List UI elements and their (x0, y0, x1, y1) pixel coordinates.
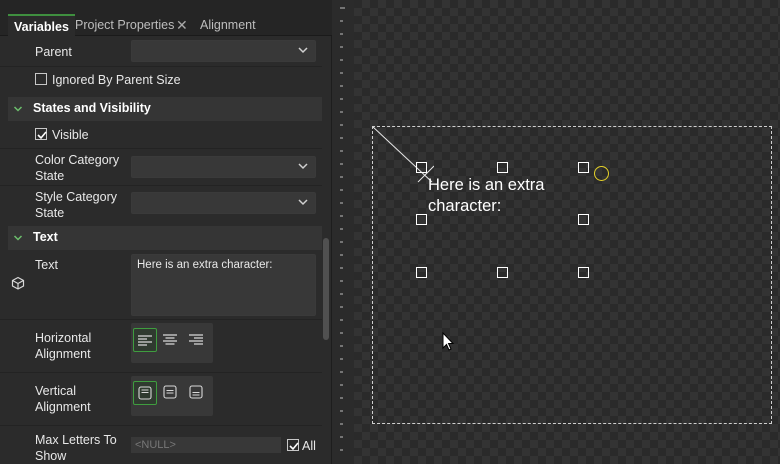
vertical-alignment-label: Vertical Alignment (35, 384, 91, 414)
checkmark-icon (289, 442, 299, 451)
divider (0, 372, 322, 373)
vertical-ruler (332, 0, 354, 464)
chevron-down-icon (298, 47, 308, 54)
resize-handle-bottom[interactable] (497, 267, 508, 278)
divider (0, 185, 322, 186)
horizontal-alignment-group (131, 323, 213, 363)
align-bottom-icon (189, 385, 203, 399)
visible-checkbox[interactable] (35, 128, 47, 140)
color-category-state-dropdown[interactable] (131, 156, 316, 178)
visible-label: Visible (52, 128, 89, 142)
align-center-button[interactable] (159, 328, 183, 352)
properties-scrollbar[interactable] (323, 238, 329, 340)
cube-icon[interactable] (11, 276, 25, 290)
resize-handle-bottom-right[interactable] (578, 267, 589, 278)
divider (0, 148, 322, 149)
tab-project-properties[interactable]: Project Properties (75, 14, 174, 36)
text-value-textarea[interactable]: Here is an extra character: (131, 254, 316, 316)
ignored-by-parent-size-checkbox[interactable] (35, 73, 47, 85)
chevron-down-icon (298, 163, 308, 170)
max-letters-label: Max Letters To Show (35, 433, 117, 463)
align-left-icon (138, 335, 152, 346)
all-label: All (302, 439, 316, 453)
properties-panel: Variables Project Properties ✕ Alignment… (0, 0, 332, 464)
style-category-state-label: Style Category State (35, 190, 117, 220)
text-label: Text (35, 258, 58, 272)
align-middle-button[interactable] (159, 381, 183, 405)
selection-bounds[interactable] (372, 126, 772, 424)
divider (0, 425, 322, 426)
align-middle-icon (163, 385, 177, 399)
parent-label: Parent (35, 45, 72, 59)
chevron-down-icon (298, 199, 308, 206)
tab-close-icon[interactable]: ✕ (176, 14, 188, 36)
max-letters-input[interactable]: <NULL> (131, 437, 281, 453)
horizontal-alignment-label: Horizontal Alignment (35, 331, 92, 361)
chevron-down-icon (13, 106, 23, 112)
align-right-icon (189, 334, 203, 345)
vertical-alignment-group (131, 376, 213, 416)
align-center-icon (163, 334, 177, 345)
parent-dropdown[interactable] (131, 40, 316, 62)
tab-alignment[interactable]: Alignment (200, 14, 256, 36)
section-states-visibility[interactable]: States and Visibility (8, 97, 322, 121)
checkmark-icon (37, 131, 47, 140)
resize-handle-left[interactable] (416, 214, 427, 225)
resize-handle-top-left[interactable] (416, 162, 427, 173)
align-bottom-button[interactable] (185, 381, 209, 405)
ruler-ticks (340, 7, 345, 451)
divider (0, 66, 322, 67)
section-title: Text (33, 230, 58, 244)
align-top-button[interactable] (133, 381, 157, 405)
align-right-button[interactable] (185, 328, 209, 352)
all-checkbox[interactable] (287, 439, 299, 451)
tab-bar: Variables Project Properties ✕ Alignment (0, 0, 332, 36)
section-text[interactable]: Text (8, 226, 322, 250)
style-category-state-dropdown[interactable] (131, 192, 316, 214)
mouse-cursor-icon (442, 332, 455, 351)
color-category-state-label: Color Category State (35, 153, 120, 183)
section-title: States and Visibility (33, 101, 151, 115)
canvas-text-element[interactable]: Here is an extra character: (428, 175, 598, 217)
align-top-icon (138, 386, 152, 400)
resize-handle-top[interactable] (497, 162, 508, 173)
chevron-down-icon (13, 235, 23, 241)
ignored-by-parent-size-label: Ignored By Parent Size (52, 73, 181, 87)
align-left-button[interactable] (133, 328, 157, 352)
resize-handle-top-right[interactable] (578, 162, 589, 173)
tab-variables[interactable]: Variables (8, 14, 75, 36)
divider (0, 319, 322, 320)
resize-handle-bottom-left[interactable] (416, 267, 427, 278)
